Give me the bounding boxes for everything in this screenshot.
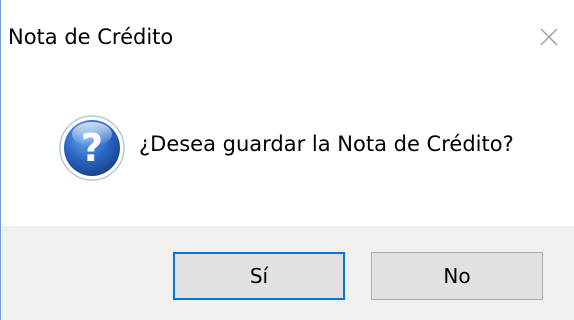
close-button[interactable] xyxy=(532,20,566,54)
window-title: Nota de Crédito xyxy=(8,25,174,49)
dialog-message: ¿Desea guardar la Nota de Crédito? xyxy=(139,132,514,156)
close-icon xyxy=(540,28,558,46)
no-button[interactable]: No xyxy=(371,252,543,300)
message-dialog: Nota de Crédito ? ¿Desea guardar la Nota… xyxy=(0,0,574,320)
question-icon: ? xyxy=(59,115,125,181)
button-bar: Sí No xyxy=(1,226,574,320)
title-bar: Nota de Crédito xyxy=(1,0,574,82)
svg-text:?: ? xyxy=(81,126,103,170)
yes-button[interactable]: Sí xyxy=(173,252,345,300)
dialog-body: ? ¿Desea guardar la Nota de Crédito? xyxy=(1,82,574,226)
